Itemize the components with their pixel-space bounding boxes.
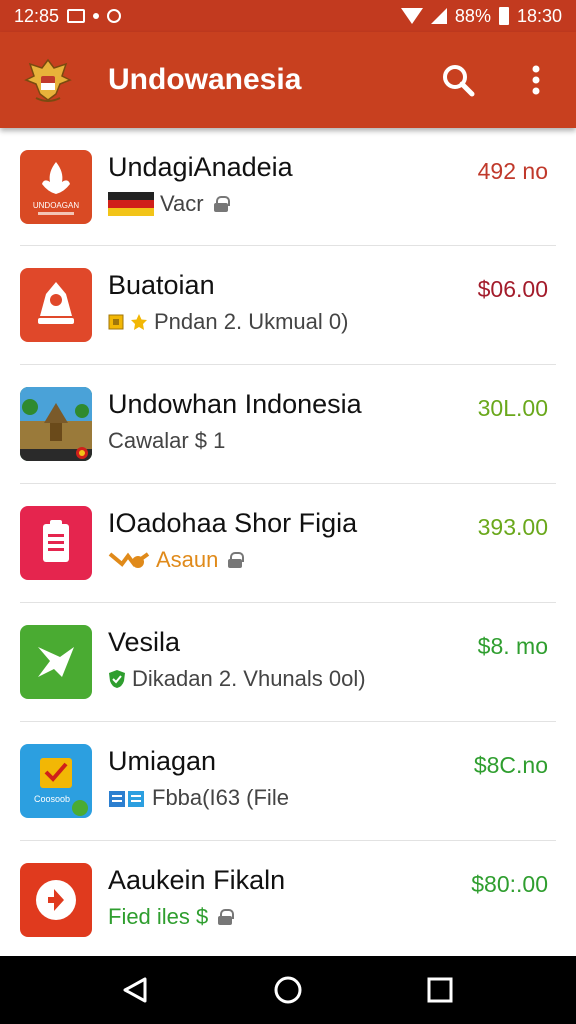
battery-icon — [498, 7, 509, 25]
star-icon — [131, 314, 147, 330]
list-item[interactable]: UNDOAGAN UndagiAnadeia Vacr 492 no — [20, 128, 556, 246]
svg-text:UNDOAGAN: UNDOAGAN — [33, 201, 79, 210]
app-thumbnail — [20, 625, 92, 699]
flag-icon — [108, 192, 154, 216]
navigation-bar — [0, 956, 576, 1024]
notification-dot-icon — [93, 13, 100, 19]
svg-text:Coosoob: Coosoob — [34, 794, 70, 804]
garuda-logo-icon — [20, 52, 76, 108]
item-price: $8C.no — [473, 752, 548, 778]
item-title: Undowhan Indonesia — [108, 389, 362, 419]
app-thumbnail: Coosoob — [20, 744, 92, 818]
list-item[interactable]: IOadohaa Shor Figia Asaun 393.00 — [20, 484, 556, 603]
more-vert-icon[interactable] — [516, 60, 556, 100]
back-icon[interactable] — [106, 960, 166, 1020]
app-list: UNDOAGAN UndagiAnadeia Vacr 492 no Buato… — [0, 128, 576, 956]
app-thumbnail — [20, 387, 92, 461]
search-icon[interactable] — [438, 60, 478, 100]
item-title: Umiagan — [108, 746, 217, 776]
notification-icon — [67, 9, 86, 23]
item-subtitle: Asaun — [108, 547, 245, 573]
item-title: Buatoian — [108, 270, 215, 300]
ribbon-icon — [108, 552, 150, 568]
item-subtitle: Vacr — [108, 191, 230, 217]
status-bar: 12:85 88% 18:30 — [0, 0, 576, 32]
item-title: Vesila — [108, 627, 181, 657]
status-clock: 18:30 — [516, 5, 562, 26]
list-item[interactable]: Buatoian Pndan 2. Ukmual 0) $06.00 — [20, 246, 556, 365]
app-title: Undowanesia — [108, 63, 302, 96]
list-item[interactable]: Coosoob Umiagan Fbba(I63 (File $8C.no — [20, 722, 556, 841]
app-thumbnail — [20, 863, 92, 937]
item-subtitle: Pndan 2. Ukmual 0) — [108, 309, 348, 335]
app-thumbnail — [20, 506, 92, 580]
item-subtitle: Dikadan 2. Vhunals 0ol) — [108, 666, 366, 692]
status-time-left: 12:85 — [14, 5, 60, 26]
signal-icon — [430, 8, 447, 24]
item-subtitle: Cawalar $ 1 — [108, 428, 226, 453]
recents-icon[interactable] — [410, 960, 470, 1020]
item-price: 492 no — [477, 158, 548, 184]
home-icon[interactable] — [258, 960, 318, 1020]
lock-icon — [213, 196, 230, 212]
item-price: 30L.00 — [477, 395, 548, 421]
app-thumbnail: UNDOAGAN — [20, 150, 92, 224]
badge-icon — [108, 314, 124, 330]
lock-icon — [218, 909, 235, 925]
item-price: $80:.00 — [471, 871, 548, 897]
list-item[interactable]: Undowhan Indonesia Cawalar $ 1 30L.00 — [20, 365, 556, 484]
files-icon — [109, 791, 144, 807]
sync-icon — [107, 9, 122, 23]
item-subtitle: Fbba(I63 (File — [108, 785, 289, 811]
item-price: 393.00 — [477, 514, 548, 540]
list-item[interactable]: Vesila Dikadan 2. Vhunals 0ol) $8. mo — [20, 603, 556, 722]
item-title: Aaukein Fikaln — [108, 865, 286, 895]
list-item[interactable]: Aaukein Fikaln Fied iles $ $80:.00 — [20, 841, 556, 956]
item-price: $06.00 — [477, 276, 548, 302]
battery-percent: 88% — [454, 5, 491, 26]
item-price: $8. mo — [477, 633, 548, 659]
lock-icon — [228, 552, 245, 568]
item-title: IOadohaa Shor Figia — [108, 508, 358, 538]
app-thumbnail — [20, 268, 92, 342]
shield-icon — [109, 670, 125, 688]
app-bar: Undowanesia — [0, 32, 576, 128]
item-subtitle: Fied iles $ — [108, 904, 235, 930]
wifi-icon — [400, 8, 423, 24]
item-title: UndagiAnadeia — [108, 152, 293, 182]
